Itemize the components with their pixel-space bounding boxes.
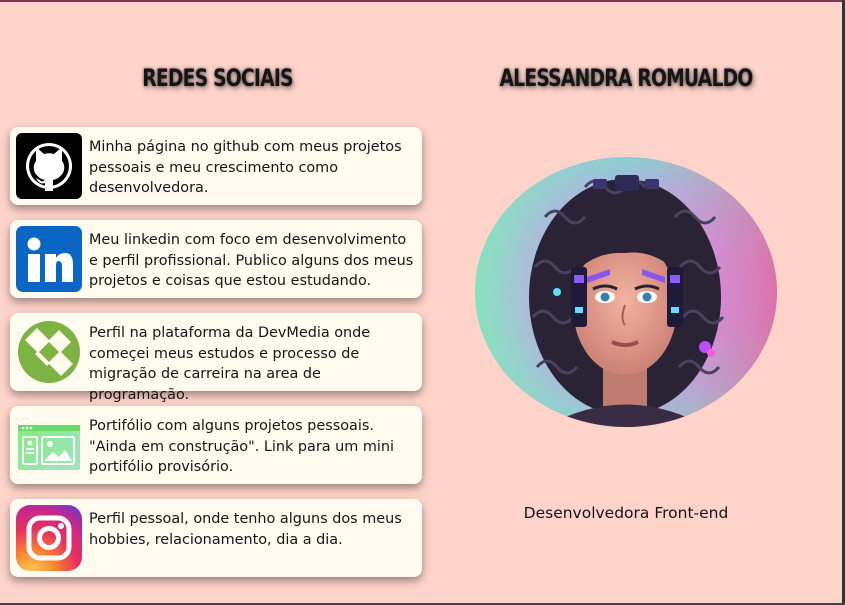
profile-role: Desenvolvedora Front-end xyxy=(523,504,729,522)
devmedia-icon xyxy=(18,321,80,383)
linkedin-card-text: Meu linkedin com foco em desenvolvimento… xyxy=(89,232,414,289)
profile-name: Alessandra Romualdo xyxy=(499,64,753,92)
linkedin-card[interactable]: Meu linkedin com foco em desenvolvimento… xyxy=(10,220,422,298)
window-top-border xyxy=(0,0,845,2)
devmedia-card[interactable]: Perfil na plataforma da DevMedia onde co… xyxy=(10,313,422,403)
portrait-illustration xyxy=(475,157,777,427)
instagram-card-text: Perfil pessoal, onde tenho alguns dos me… xyxy=(89,511,402,548)
portfolio-card[interactable]: Portifólio com alguns projetos pessoais.… xyxy=(10,406,422,484)
portfolio-card-text: Portifólio com alguns projetos pessoais.… xyxy=(89,418,395,475)
social-heading: Redes Sociais xyxy=(142,64,293,92)
profile-avatar xyxy=(475,157,777,427)
linkedin-icon xyxy=(16,226,82,292)
github-icon xyxy=(16,133,82,199)
instagram-icon xyxy=(16,505,82,571)
portfolio-icon xyxy=(18,425,80,470)
github-card-text: Minha página no github com meus projetos… xyxy=(89,139,402,196)
instagram-card[interactable]: Perfil pessoal, onde tenho alguns dos me… xyxy=(10,499,422,577)
devmedia-card-text: Perfil na plataforma da DevMedia onde co… xyxy=(89,325,371,403)
github-card[interactable]: Minha página no github com meus projetos… xyxy=(10,127,422,205)
